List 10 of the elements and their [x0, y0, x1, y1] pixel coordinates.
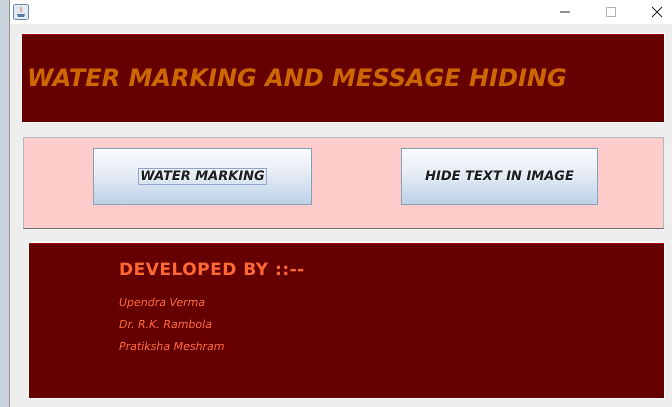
close-icon[interactable]	[651, 6, 663, 18]
developer-name: Upendra Verma	[119, 295, 206, 311]
banner-title: WATER MARKING AND MESSAGE HIDING	[27, 64, 567, 92]
credits-heading: DEVELOPED BY ::--	[119, 260, 306, 280]
developer-name: Dr. R.K. Rambola	[119, 317, 213, 333]
water-marking-button[interactable]: WATER MARKING	[93, 148, 312, 205]
developer-name: Pratiksha Meshram	[119, 339, 226, 355]
hide-text-button[interactable]: HIDE TEXT IN IMAGE	[401, 148, 598, 205]
focus-outline: WATER MARKING	[138, 168, 267, 185]
app-icon	[13, 4, 29, 20]
